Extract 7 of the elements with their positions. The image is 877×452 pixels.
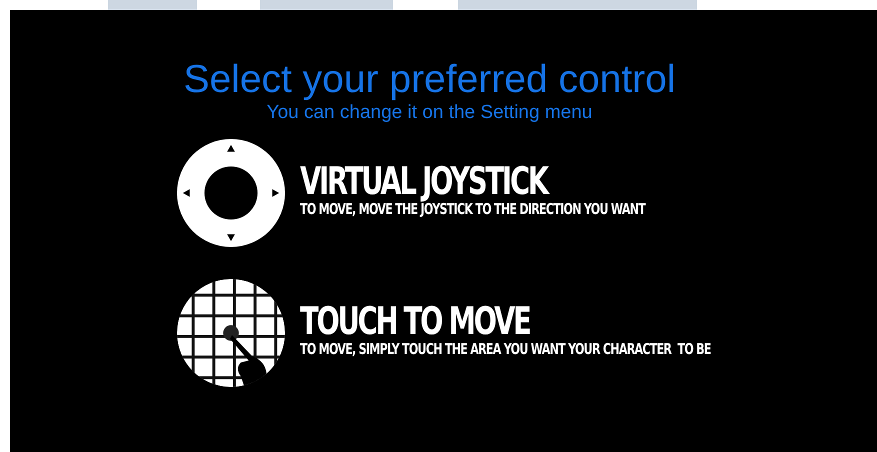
option-description: TO MOVE, SIMPLY TOUCH THE AREA YOU WANT YOUR CHARACTER TO BE [300, 340, 711, 358]
screen-subtitle: You can change it on the Setting menu [266, 102, 594, 124]
option-heading: TOUCH TO MOVE [300, 302, 530, 340]
touch-grid-icon[interactable] [176, 278, 286, 388]
screen-title: Select your preferred control [182, 58, 677, 102]
option-heading: VIRTUAL JOYSTICK [300, 162, 547, 200]
joystick-icon[interactable] [176, 138, 286, 248]
